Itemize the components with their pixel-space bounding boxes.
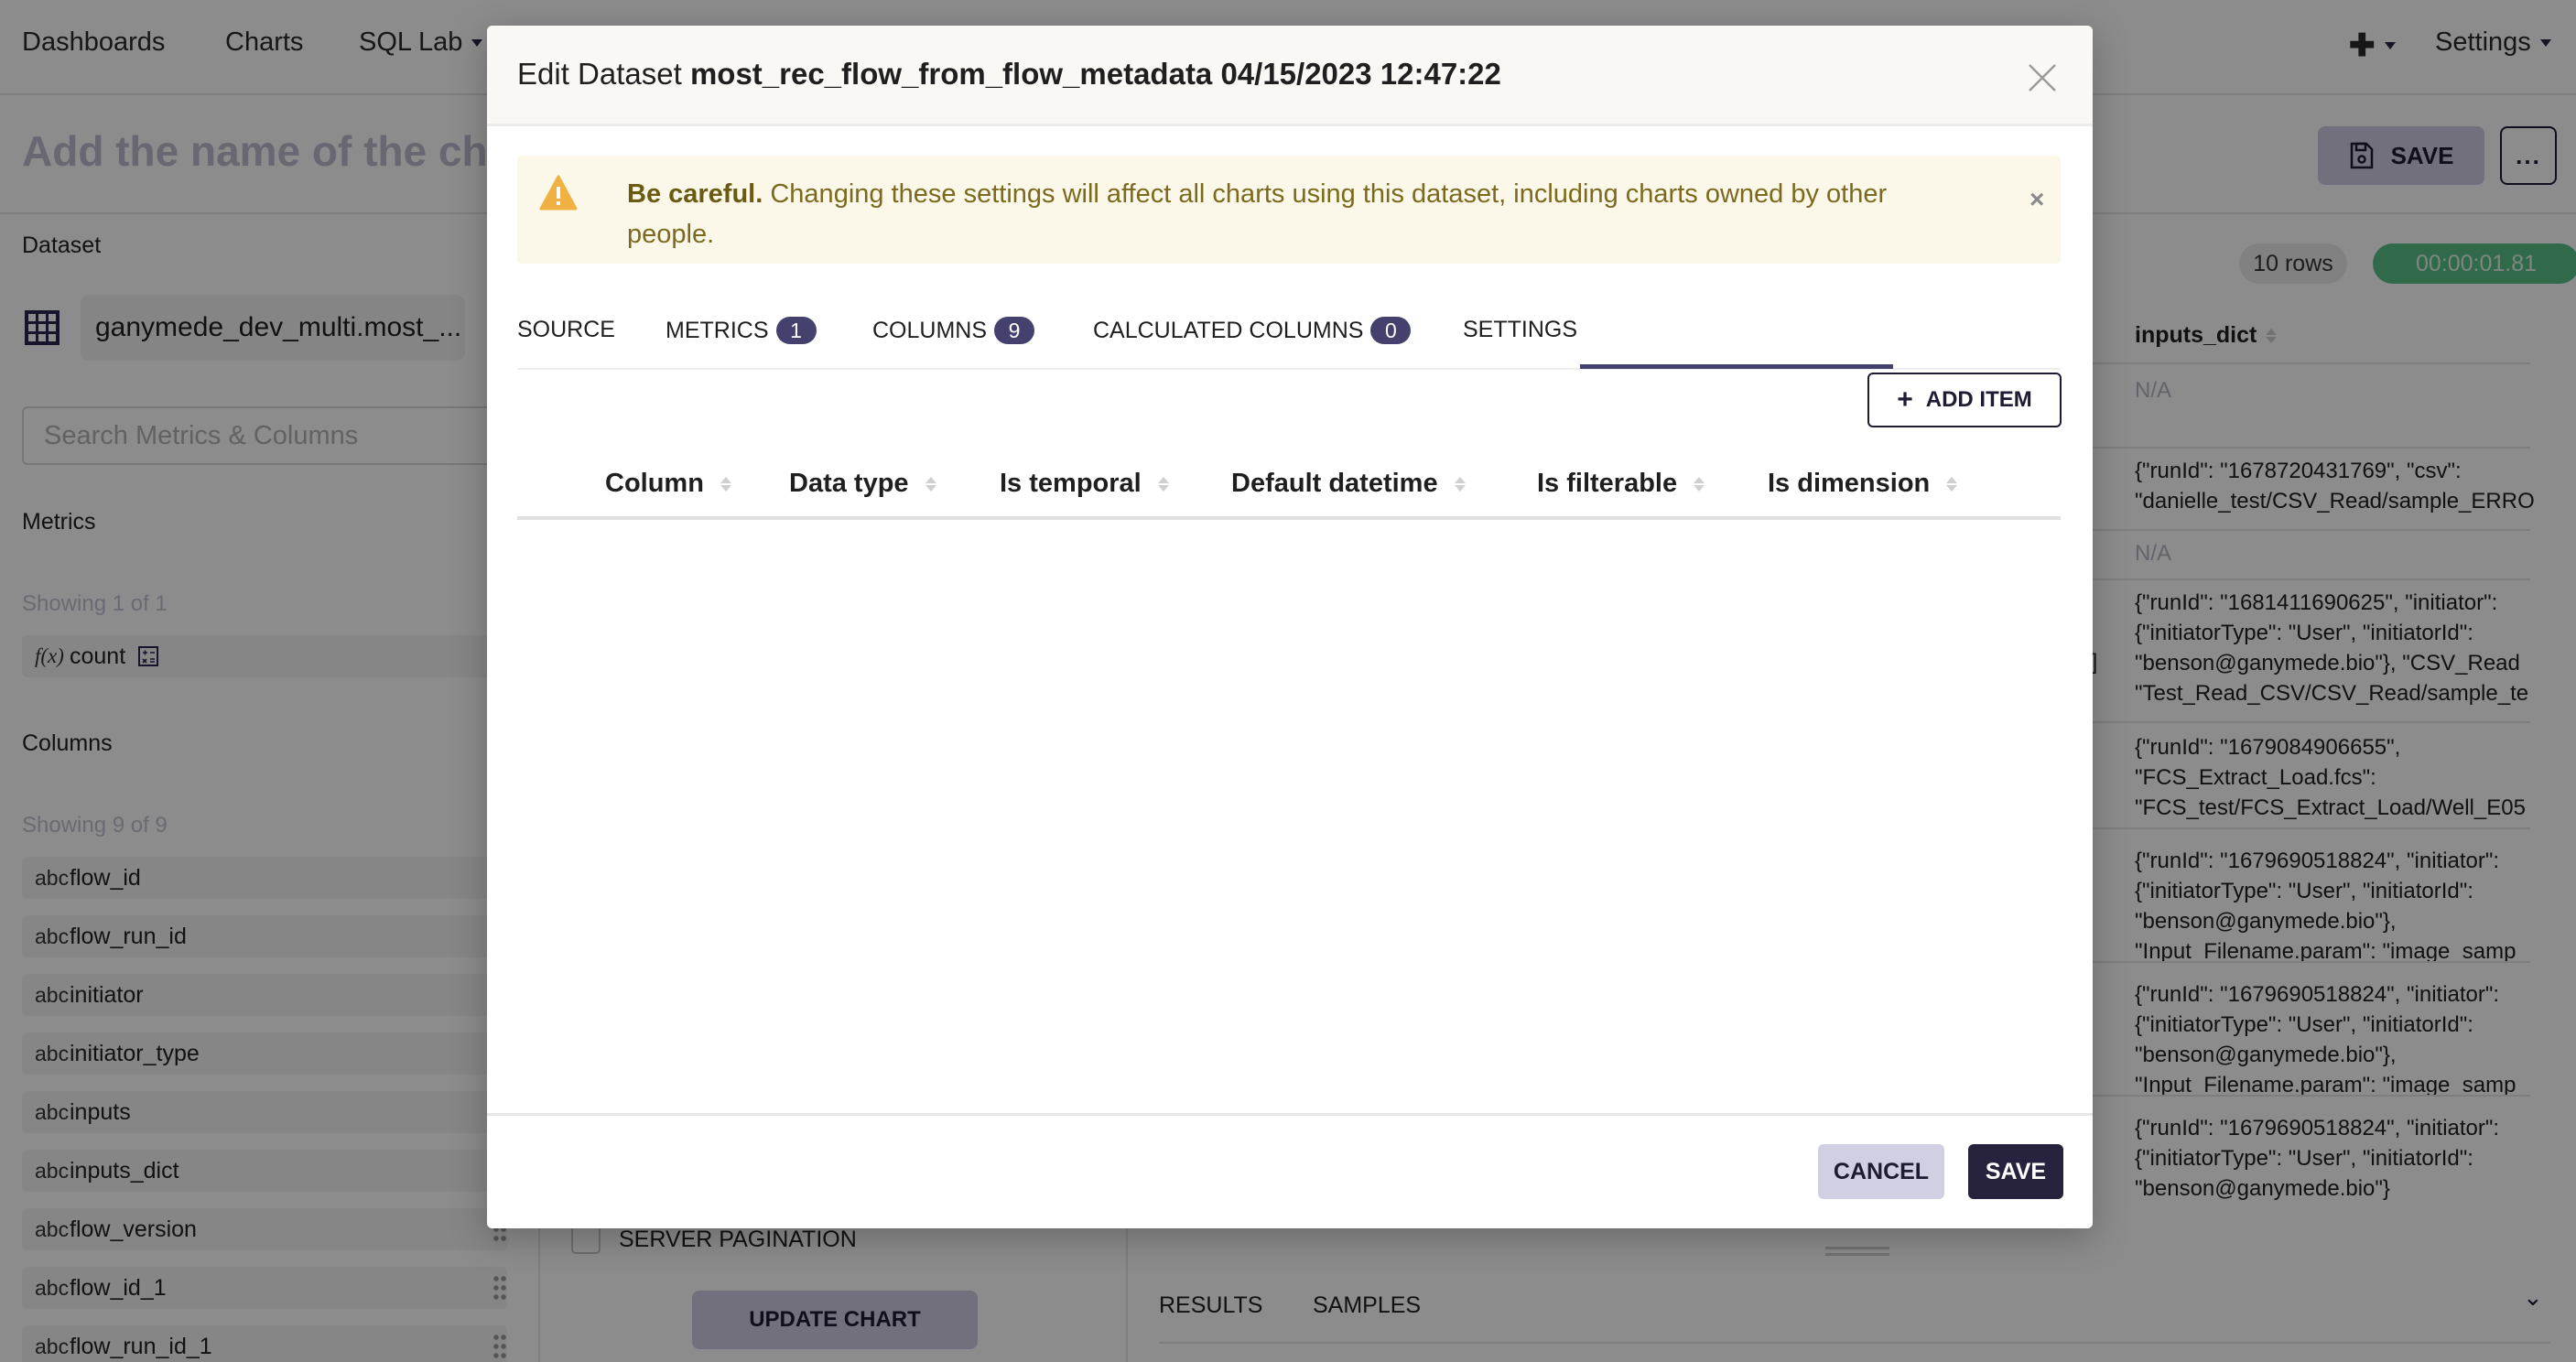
calculated-columns-count-badge: 0 [1370, 317, 1412, 344]
header-column[interactable]: Column [605, 469, 731, 499]
warning-icon [539, 175, 578, 211]
calculated-columns-table-header: Column Data type Is temporal Default dat… [517, 456, 2061, 520]
warning-alert: Be careful. Changing these settings will… [517, 156, 2061, 264]
tab-settings[interactable]: SETTINGS [1463, 317, 1577, 343]
cancel-button[interactable]: CANCEL [1818, 1144, 1944, 1199]
header-is-filterable[interactable]: Is filterable [1537, 469, 1705, 499]
modal-tabs: SOURCE METRICS 1 COLUMNS 9 CALCULATED COLU… [517, 291, 2061, 370]
sort-icon [720, 476, 731, 492]
modal-header: Edit Dataset most_rec_flow_from_flow_met… [487, 26, 2093, 126]
header-data-type[interactable]: Data type [789, 469, 936, 499]
close-icon[interactable] [2025, 60, 2060, 95]
header-default-datetime[interactable]: Default datetime [1231, 469, 1466, 499]
edit-dataset-modal: Edit Dataset most_rec_flow_from_flow_met… [487, 26, 2093, 1228]
add-item-button[interactable]: + ADD ITEM [1867, 373, 2062, 427]
sort-icon [1694, 476, 1705, 492]
alert-message: Be careful. Changing these settings will… [627, 179, 1888, 249]
save-button[interactable]: SAVE [1968, 1144, 2063, 1199]
sort-icon [1454, 476, 1466, 492]
columns-count-badge: 9 [994, 317, 1035, 344]
dataset-name: most_rec_flow_from_flow_metadata 04/15/2… [689, 57, 1501, 91]
sort-icon [925, 476, 936, 492]
alert-close-icon[interactable]: × [2029, 185, 2044, 214]
plus-icon: + [1897, 384, 1913, 415]
tab-calculated-columns[interactable]: CALCULATED COLUMNS 0 [1093, 317, 1412, 344]
tab-metrics[interactable]: METRICS 1 [666, 317, 817, 344]
active-tab-indicator [1580, 364, 1893, 369]
tab-columns[interactable]: COLUMNS 9 [872, 317, 1035, 344]
sort-icon [1157, 476, 1169, 492]
metrics-count-badge: 1 [775, 317, 817, 344]
modal-title: Edit Dataset most_rec_flow_from_flow_met… [517, 57, 1501, 91]
header-is-dimension[interactable]: Is dimension [1768, 469, 1958, 499]
sort-icon [1946, 476, 1958, 492]
tab-source[interactable]: SOURCE [517, 317, 615, 343]
header-is-temporal[interactable]: Is temporal [1000, 469, 1169, 499]
